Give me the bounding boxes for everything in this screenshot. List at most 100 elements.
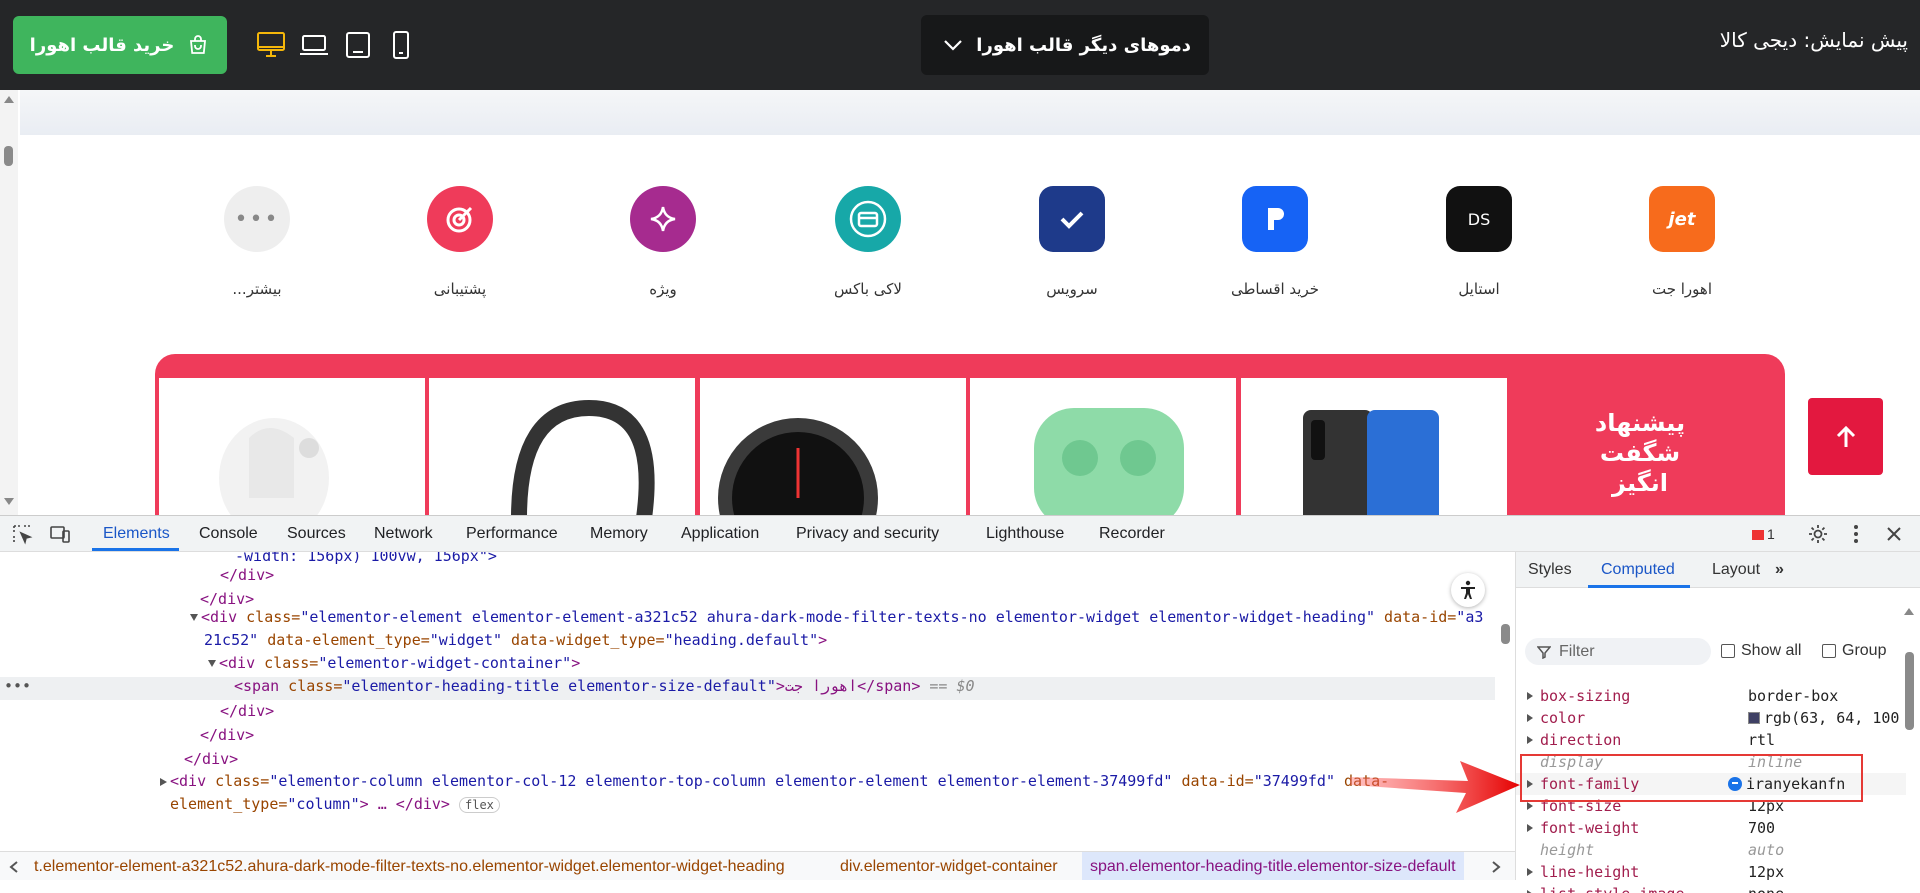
other-demos-select[interactable]: دموهای دیگر قالب اهورا xyxy=(921,15,1209,75)
accessibility-button[interactable] xyxy=(1451,573,1485,607)
prop-expand-icon[interactable] xyxy=(1527,824,1533,832)
expand-triangle-icon[interactable] xyxy=(208,660,216,667)
page-scrollbar[interactable] xyxy=(0,90,18,515)
inspect-element-icon[interactable] xyxy=(10,522,34,546)
tab-layout[interactable]: Layout xyxy=(1712,561,1760,579)
more-dots-icon[interactable]: ••• xyxy=(4,677,31,695)
desktop-view-button[interactable] xyxy=(254,28,288,62)
dom-line[interactable]: -width: 156px) 100vw, 156px"> xyxy=(235,552,497,570)
prop-expand-icon[interactable] xyxy=(1527,802,1533,810)
computed-prop[interactable]: line-height 12px xyxy=(1516,861,1906,883)
tab-console[interactable]: Console xyxy=(199,525,258,543)
category-service[interactable]: سرویس xyxy=(1012,186,1132,298)
computed-prop[interactable]: box-sizing border-box xyxy=(1516,685,1906,707)
breadcrumb-left-icon[interactable] xyxy=(8,860,20,874)
tab-memory[interactable]: Memory xyxy=(590,525,648,543)
tablet-view-button[interactable] xyxy=(341,28,375,62)
breadcrumb-right-icon[interactable] xyxy=(1490,860,1502,874)
deal-product-phone[interactable] xyxy=(1241,378,1507,515)
dom-line[interactable]: </div> xyxy=(200,726,254,749)
collapsed-triangle-icon[interactable] xyxy=(160,777,167,786)
buy-template-button[interactable]: خرید قالب اهورا xyxy=(13,16,227,74)
category-lucky-box[interactable]: لاکی باکس xyxy=(808,186,928,298)
prop-expand-icon[interactable] xyxy=(1527,692,1533,700)
tab-lighthouse[interactable]: Lighthouse xyxy=(986,525,1064,543)
prop-value: rtl xyxy=(1748,731,1776,749)
prop-expand-icon[interactable] xyxy=(1527,714,1533,722)
breadcrumb-item[interactable]: div.elementor-widget-container xyxy=(840,858,1058,876)
filter-input[interactable]: Filter xyxy=(1525,638,1711,665)
prop-expand-icon[interactable] xyxy=(1527,868,1533,876)
dom-line[interactable]: </div> xyxy=(184,750,238,773)
dom-line[interactable]: <div class="elementor-widget-container"> xyxy=(208,654,580,677)
category-support[interactable]: پشتیبانی xyxy=(400,186,520,298)
expand-triangle-icon[interactable] xyxy=(190,614,198,621)
side-scroll-thumb[interactable] xyxy=(1905,652,1914,730)
breadcrumb-current[interactable]: span.elementor-heading-title.elementor-s… xyxy=(1082,852,1464,880)
laptop-view-button[interactable] xyxy=(297,28,331,62)
prop-expand-icon[interactable] xyxy=(1527,736,1533,744)
dom-line[interactable]: 21c52" data-element_type="widget" data-w… xyxy=(204,631,827,654)
mobile-view-button[interactable] xyxy=(384,28,418,62)
error-flag-icon xyxy=(1752,530,1764,541)
category-style[interactable]: DS استایل xyxy=(1419,186,1539,298)
scroll-down-arrow-icon[interactable] xyxy=(4,498,14,505)
checkbox-box[interactable] xyxy=(1822,644,1836,658)
group-checkbox[interactable]: Group xyxy=(1822,642,1886,660)
computed-prop[interactable]: color rgb(63, 64, 100 xyxy=(1516,707,1906,729)
flex-badge[interactable]: flex xyxy=(459,797,500,813)
dom-line[interactable]: <div class="elementor-element elementor-… xyxy=(190,608,1483,631)
color-swatch[interactable] xyxy=(1748,712,1760,724)
tab-application[interactable]: Application xyxy=(681,525,759,543)
prop-value: 12px xyxy=(1748,863,1785,881)
scroll-up-arrow-icon[interactable] xyxy=(4,96,14,103)
page-scroll-thumb[interactable] xyxy=(4,146,13,166)
side-scrollbar[interactable] xyxy=(1903,652,1917,880)
computed-prop[interactable]: list-style-image none xyxy=(1516,883,1906,893)
deal-product-smartwatch[interactable] xyxy=(700,378,966,515)
device-toolbar-icon[interactable] xyxy=(48,522,72,546)
category-ahura-jet[interactable]: jet اهورا جت xyxy=(1622,186,1742,298)
computed-prop[interactable]: font-weight 700 xyxy=(1516,817,1906,839)
dom-line[interactable]: </div> xyxy=(220,702,274,725)
scroll-to-top-button[interactable] xyxy=(1808,398,1883,475)
tab-privacy-security[interactable]: Privacy and security xyxy=(796,525,939,543)
breadcrumb-item[interactable]: t.elementor-element-a321c52.ahura-dark-m… xyxy=(34,858,785,876)
deal-product-green-earbuds[interactable] xyxy=(970,378,1236,515)
category-installment[interactable]: خرید اقساطی xyxy=(1215,186,1335,298)
deal-product-earbuds[interactable] xyxy=(159,378,425,515)
dom-text: "elementor-element elementor-element-a32… xyxy=(300,608,1376,626)
tab-network[interactable]: Network xyxy=(374,525,433,543)
dom-line[interactable]: <div class="elementor-column elementor-c… xyxy=(160,772,1389,795)
dom-text: data-id= xyxy=(1375,608,1457,626)
computed-prop[interactable]: height auto xyxy=(1516,839,1906,861)
computed-prop[interactable]: direction rtl xyxy=(1516,729,1906,751)
more-vertical-icon[interactable] xyxy=(1844,522,1868,546)
dom-line[interactable]: element_type="column"> … </div> flex xyxy=(170,795,500,818)
tab-recorder[interactable]: Recorder xyxy=(1099,525,1165,543)
deal-product-headphones[interactable] xyxy=(429,378,695,515)
side-scroll-up-icon[interactable] xyxy=(1904,608,1914,615)
more-tabs-icon[interactable]: » xyxy=(1775,561,1784,579)
tab-styles[interactable]: Styles xyxy=(1528,561,1572,579)
devtools-panel: Elements Console Sources Network Perform… xyxy=(0,515,1920,893)
tab-sources[interactable]: Sources xyxy=(287,525,346,543)
tab-performance[interactable]: Performance xyxy=(466,525,558,543)
checkbox-box[interactable] xyxy=(1721,644,1735,658)
tab-elements[interactable]: Elements xyxy=(103,525,170,543)
dom-scroll-thumb[interactable] xyxy=(1501,624,1510,644)
error-count-badge[interactable]: 1 xyxy=(1752,526,1775,542)
tab-computed[interactable]: Computed xyxy=(1601,561,1675,579)
gear-icon[interactable] xyxy=(1806,522,1830,546)
category-label: لاکی باکس xyxy=(834,280,902,298)
show-all-checkbox[interactable]: Show all xyxy=(1721,642,1801,660)
dom-text: data-element_type= xyxy=(258,631,430,649)
category-special[interactable]: ویژه xyxy=(603,186,723,298)
styles-sidebar: Styles Computed Layout » Filter Show all… xyxy=(1515,552,1920,893)
dom-tree: -width: 156px) 100vw, 156px"> </div> </d… xyxy=(0,552,1515,852)
selected-dom-line[interactable]: ••• <span class="elementor-heading-title … xyxy=(0,677,1495,700)
category-label: ویژه xyxy=(649,280,677,298)
dom-line[interactable]: </div> xyxy=(220,566,274,589)
close-icon[interactable] xyxy=(1882,522,1906,546)
category-more[interactable]: ••• بیشتر... xyxy=(197,186,317,298)
